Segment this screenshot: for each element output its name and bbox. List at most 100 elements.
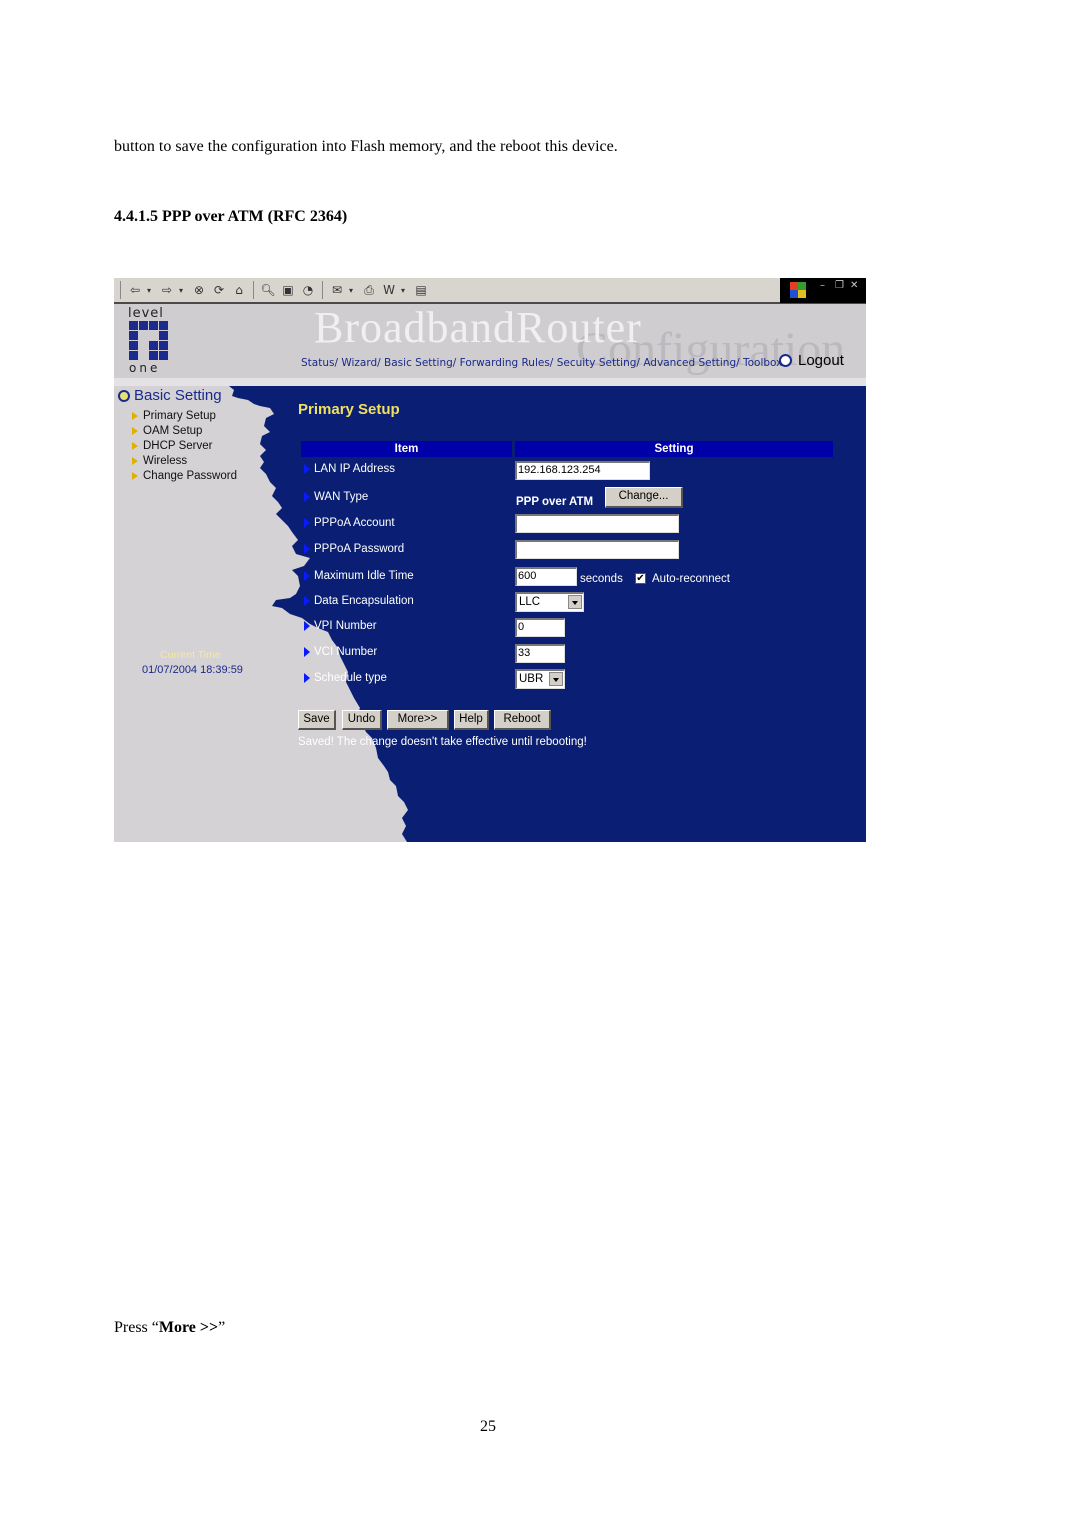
data-encapsulation-select[interactable]: LLC: [515, 592, 584, 612]
nav-security-setting[interactable]: Secuity Setting/: [557, 357, 640, 369]
press-prefix: Press “: [114, 1319, 159, 1336]
label-data-encapsulation: Data Encapsulation: [304, 595, 414, 607]
press-suffix: ”: [218, 1319, 226, 1336]
sidebar-item-primary-setup[interactable]: Primary Setup: [132, 408, 237, 423]
row-label-text: Schedule type: [314, 672, 387, 684]
logout-label: Logout: [798, 352, 844, 369]
logout-link[interactable]: Logout: [779, 352, 844, 369]
home-icon[interactable]: ⌂: [231, 282, 247, 298]
sidebar-item-label: OAM Setup: [143, 424, 203, 437]
sidebar-item-change-password[interactable]: Change Password: [132, 468, 237, 483]
seconds-unit-label: seconds: [580, 573, 623, 585]
page-title: Primary Setup: [298, 401, 400, 418]
sidebar-item-label: Change Password: [143, 469, 237, 482]
print-icon[interactable]: ⎙: [361, 282, 377, 298]
select-value: LLC: [519, 596, 541, 608]
sidebar-item-wireless[interactable]: Wireless: [132, 453, 237, 468]
save-button[interactable]: Save: [298, 710, 336, 730]
change-wan-type-button[interactable]: Change...: [605, 487, 683, 508]
arrow-right-icon: [304, 673, 310, 683]
router-banner: level one Configuration BroadbandRouter …: [114, 303, 866, 378]
window-controls: – ❐ ✕: [780, 278, 866, 303]
nav-status[interactable]: Status/: [301, 357, 338, 369]
windows-logo-icon: [790, 282, 806, 298]
arrow-right-icon: [304, 544, 310, 554]
sidebar-title[interactable]: Basic Setting: [118, 387, 222, 404]
more-button[interactable]: More>>: [387, 710, 449, 730]
back-dropdown-icon[interactable]: ▾: [147, 286, 155, 295]
sidebar-item-oam-setup[interactable]: OAM Setup: [132, 423, 237, 438]
arrow-right-icon: [132, 471, 138, 480]
arrow-right-icon: [132, 441, 138, 450]
banner-title: BroadbandRouter: [314, 303, 642, 352]
label-wan-type: WAN Type: [304, 491, 368, 503]
sidebar-item-label: DHCP Server: [143, 439, 213, 452]
arrow-right-icon: [132, 411, 138, 420]
history-icon[interactable]: ◔: [300, 282, 316, 298]
search-icon[interactable]: 🔍︎: [260, 282, 276, 298]
label-max-idle-time: Maximum Idle Time: [304, 570, 414, 582]
stop-icon[interactable]: ⊗: [191, 282, 207, 298]
row-label-text: VPI Number: [314, 620, 377, 632]
close-icon[interactable]: ✕: [850, 280, 858, 291]
dropdown-arrow-icon[interactable]: [549, 672, 563, 686]
favorites-icon[interactable]: ▣: [280, 282, 296, 298]
refresh-icon[interactable]: ⟳: [211, 282, 227, 298]
sidebar-item-dhcp-server[interactable]: DHCP Server: [132, 438, 237, 453]
nav-basic-setting[interactable]: Basic Setting/: [384, 357, 456, 369]
router-config-screenshot: ⇦ ▾ ⇨ ▾ ⊗ ⟳ ⌂ 🔍︎ ▣ ◔ ✉ ▾ ⎙ W ▾ ▤ – ❐ ✕ level: [114, 278, 866, 842]
arrow-right-icon: [304, 518, 310, 528]
row-label-text: Data Encapsulation: [314, 595, 414, 607]
row-label-text: LAN IP Address: [314, 463, 395, 475]
pppoa-account-input[interactable]: [515, 514, 679, 533]
reboot-button[interactable]: Reboot: [494, 710, 551, 730]
auto-reconnect-checkbox[interactable]: ✔: [635, 573, 646, 584]
max-idle-time-input[interactable]: 600: [515, 567, 577, 586]
row-label-text: WAN Type: [314, 491, 369, 503]
schedule-type-select[interactable]: UBR: [515, 669, 565, 689]
select-value: UBR: [519, 673, 544, 685]
label-lan-ip: LAN IP Address: [304, 463, 395, 475]
press-more-instruction: Press “More >>”: [114, 1319, 225, 1337]
lan-ip-input[interactable]: 192.168.123.254: [515, 461, 650, 480]
vci-number-input[interactable]: 33: [515, 644, 565, 663]
word-icon[interactable]: W: [381, 282, 397, 298]
current-time-value: 01/07/2004 18:39:59: [142, 664, 243, 676]
status-message: Saved! The change doesn't take effective…: [298, 736, 587, 748]
section-heading: 4.4.1.5 PPP over ATM (RFC 2364): [114, 208, 348, 225]
radio-bullet-icon: [779, 354, 792, 367]
forward-icon[interactable]: ⇨: [159, 282, 175, 298]
notepad-icon[interactable]: ▤: [413, 282, 429, 298]
nav-wizard[interactable]: Wizard/: [341, 357, 380, 369]
forward-dropdown-icon[interactable]: ▾: [179, 286, 187, 295]
nav-forwarding-rules[interactable]: Forwarding Rules/: [460, 357, 554, 369]
arrow-right-icon: [304, 621, 310, 631]
label-schedule-type: Schedule type: [304, 672, 387, 684]
back-icon[interactable]: ⇦: [127, 282, 143, 298]
dropdown-arrow-icon[interactable]: [568, 595, 582, 609]
arrow-right-icon: [304, 596, 310, 606]
label-vpi-number: VPI Number: [304, 620, 377, 632]
nav-toolbox[interactable]: Toolbox: [743, 357, 782, 369]
arrow-right-icon: [304, 647, 310, 657]
minimize-icon[interactable]: –: [820, 280, 825, 291]
page-number: 25: [480, 1418, 496, 1435]
undo-button[interactable]: Undo: [342, 710, 382, 730]
pppoa-password-input[interactable]: [515, 540, 679, 559]
current-time-label: Current Time: [160, 649, 221, 661]
arrow-right-icon: [304, 571, 310, 581]
mail-dropdown-icon[interactable]: ▾: [349, 286, 357, 295]
row-label-text: PPPoA Account: [314, 517, 395, 529]
label-pppoa-account: PPPoA Account: [304, 517, 395, 529]
vpi-number-input[interactable]: 0: [515, 618, 565, 637]
sidebar-title-label: Basic Setting: [134, 387, 222, 404]
restore-icon[interactable]: ❐: [835, 280, 844, 291]
arrow-right-icon: [132, 456, 138, 465]
arrow-right-icon: [132, 426, 138, 435]
mail-icon[interactable]: ✉: [329, 282, 345, 298]
help-button[interactable]: Help: [454, 710, 489, 730]
edit-dropdown-icon[interactable]: ▾: [401, 286, 409, 295]
nav-advanced-setting[interactable]: Advanced Setting/: [643, 357, 739, 369]
sidebar-menu: Primary Setup OAM Setup DHCP Server Wire…: [132, 408, 237, 483]
intro-paragraph: button to save the configuration into Fl…: [114, 138, 618, 155]
